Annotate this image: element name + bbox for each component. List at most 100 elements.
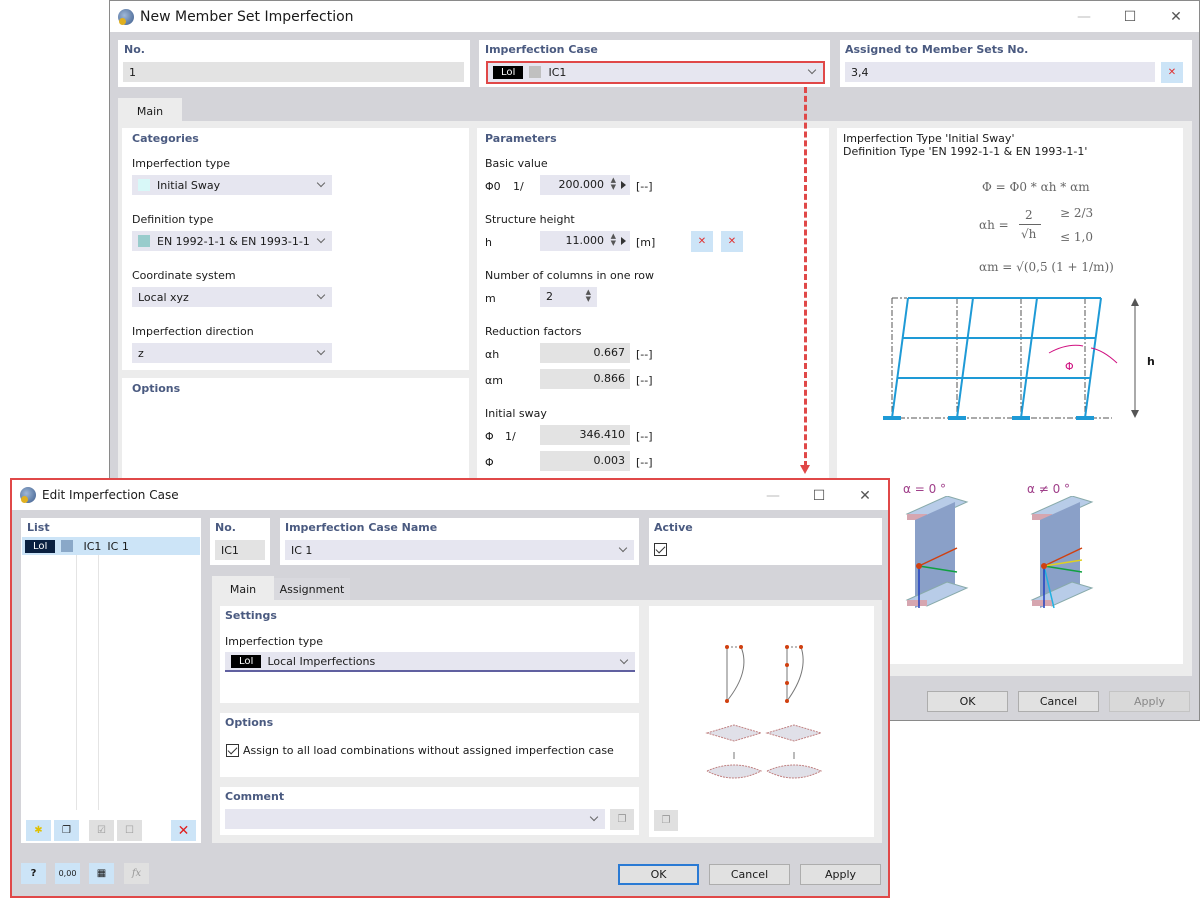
preview-panel: ❐ xyxy=(649,606,874,837)
loi-tag: LoI xyxy=(231,654,262,668)
no-label: No. xyxy=(215,521,236,534)
assigned-field[interactable]: 3,4 xyxy=(845,62,1155,82)
formula-alpha-h-ge: ≥ 2/3 xyxy=(1060,206,1094,220)
fraction-bar xyxy=(1019,224,1041,225)
phi-symbol: Φ xyxy=(485,456,494,469)
assign-all-checkbox[interactable] xyxy=(226,744,239,757)
name-select[interactable]: IC 1 xyxy=(285,540,634,560)
comment-library-button[interactable]: ❐ xyxy=(610,809,634,830)
pick-distance-icon: ✕ xyxy=(697,236,707,247)
structure-height-unit: [m] xyxy=(636,236,656,249)
new-case-button[interactable]: ✱ xyxy=(26,820,51,841)
imperfection-type-select[interactable]: Initial Sway xyxy=(132,175,332,195)
settings-title: Settings xyxy=(225,609,277,622)
list-title: List xyxy=(27,521,50,534)
formula-alpha-h-le: ≤ 1,0 xyxy=(1060,230,1093,244)
comment-group: Comment ❐ xyxy=(220,787,639,835)
phi0-symbol: Φ0 xyxy=(485,180,501,193)
list-panel: List LoI IC1 IC 1 ✱ ❐ ☑ ☐ ✕ xyxy=(21,518,201,843)
assign-all-label: Assign to all load combinations without … xyxy=(243,744,614,757)
columns-label: Number of columns in one row xyxy=(485,269,655,282)
spin-icon[interactable]: ▲ ▼ xyxy=(586,289,591,303)
i-section-diagrams xyxy=(905,496,1094,609)
arrow-right-icon[interactable] xyxy=(621,237,626,245)
comment-select[interactable] xyxy=(225,809,605,829)
settings-group: Settings Imperfection type LoI Local Imp… xyxy=(220,606,639,703)
info-line2: Definition Type 'EN 1992-1-1 & EN 1993-1… xyxy=(843,145,1088,158)
comment-title: Comment xyxy=(225,790,285,803)
phi-inv-value: 346.410 xyxy=(540,425,630,445)
new-icon: ✱ xyxy=(34,825,43,836)
apply-button[interactable]: Apply xyxy=(1109,691,1190,712)
basic-value-label: Basic value xyxy=(485,157,548,170)
app-icon xyxy=(118,8,134,25)
ok-button[interactable]: OK xyxy=(618,864,699,885)
imperfection-type-select[interactable]: LoI Local Imperfections xyxy=(225,652,635,672)
units-icon: 0,00 xyxy=(58,869,77,878)
reduction-label: Reduction factors xyxy=(485,325,582,338)
definition-type-select[interactable]: EN 1992-1-1 & EN 1993-1-1 xyxy=(132,231,332,251)
coordinate-system-select[interactable]: Local xyz xyxy=(132,287,332,307)
formula-button[interactable]: fx xyxy=(124,863,149,884)
name-label: Imperfection Case Name xyxy=(285,521,438,534)
active-checkbox[interactable] xyxy=(654,543,667,556)
units-button[interactable]: 0,00 xyxy=(55,863,80,884)
phi-inv-unit: [--] xyxy=(636,430,653,443)
no-field[interactable]: 1 xyxy=(123,62,464,82)
minimize-button[interactable]: — xyxy=(1061,1,1107,32)
dialog-title: New Member Set Imperfection xyxy=(140,8,354,25)
spin-icon[interactable]: ▲ ▼ xyxy=(611,233,616,247)
check-all-button[interactable]: ☑ xyxy=(89,820,114,841)
dialog-title: Edit Imperfection Case xyxy=(42,488,179,502)
list-color-swatch xyxy=(61,540,74,552)
columns-input[interactable]: 2 ▲ ▼ xyxy=(540,287,597,307)
cancel-button[interactable]: Cancel xyxy=(709,864,790,885)
options-title: Options xyxy=(225,716,274,729)
apply-button[interactable]: Apply xyxy=(800,864,881,885)
h-dimension-label: h xyxy=(1147,355,1155,368)
arrow-right-icon[interactable] xyxy=(621,181,626,189)
chevron-down-icon xyxy=(589,812,599,822)
type-swatch xyxy=(138,179,150,191)
formula-alpha-m: αm = √(0,5 (1 + 1/m)) xyxy=(979,260,1114,274)
maximize-button[interactable]: ☐ xyxy=(1107,1,1153,32)
tab-main[interactable]: Main xyxy=(212,576,274,602)
alpha-h-symbol: αh xyxy=(485,348,500,361)
no-label: No. xyxy=(124,43,145,56)
list-item[interactable]: LoI IC1 IC 1 xyxy=(22,537,200,555)
select-members-pick-button[interactable]: ✕ xyxy=(1161,62,1183,83)
pick-from-list-button[interactable]: ✕ xyxy=(721,231,743,252)
pick-distance-button[interactable]: ✕ xyxy=(691,231,713,252)
ok-button[interactable]: OK xyxy=(927,691,1008,712)
preview-options-button[interactable]: ❐ xyxy=(654,810,678,831)
imperfection-direction-select[interactable]: z xyxy=(132,343,332,363)
basic-value-input[interactable]: 200.000 ▲ ▼ xyxy=(540,175,630,195)
minimize-button[interactable]: — xyxy=(750,480,796,511)
loi-tag: LoI xyxy=(25,539,56,553)
spin-icon[interactable]: ▲ ▼ xyxy=(611,177,616,191)
help-button[interactable]: ? xyxy=(21,863,46,884)
tab-assignment[interactable]: Assignment xyxy=(274,578,350,600)
options-group: Options xyxy=(122,378,469,478)
cancel-button[interactable]: Cancel xyxy=(1018,691,1099,712)
categories-group: Categories Imperfection type Initial Swa… xyxy=(122,128,469,370)
maximize-button[interactable]: ☐ xyxy=(796,480,842,511)
no-group: No. IC1 xyxy=(210,518,270,565)
close-button[interactable]: ✕ xyxy=(1153,1,1199,32)
connector-arrow xyxy=(804,87,807,467)
no-field[interactable]: IC1 xyxy=(215,540,265,560)
copy-case-button[interactable]: ❐ xyxy=(54,820,79,841)
display-properties-button[interactable]: ▦ xyxy=(89,863,114,884)
close-button[interactable]: ✕ xyxy=(842,480,888,511)
uncheck-button[interactable]: ☐ xyxy=(117,820,142,841)
structure-height-label: Structure height xyxy=(485,213,575,226)
structure-height-input[interactable]: 11.000 ▲ ▼ xyxy=(540,231,630,251)
basic-value-unit: [--] xyxy=(636,180,653,193)
phi-inv-symbol: Φ xyxy=(485,430,494,443)
local-imperfection-diagram xyxy=(705,645,823,779)
definition-type-label: Definition type xyxy=(132,213,214,226)
formula-alpha-h-den: √h xyxy=(1021,227,1037,241)
delete-button[interactable]: ✕ xyxy=(171,820,196,841)
chevron-down-icon xyxy=(619,655,629,665)
formula-alpha-h-num: 2 xyxy=(1025,208,1033,222)
